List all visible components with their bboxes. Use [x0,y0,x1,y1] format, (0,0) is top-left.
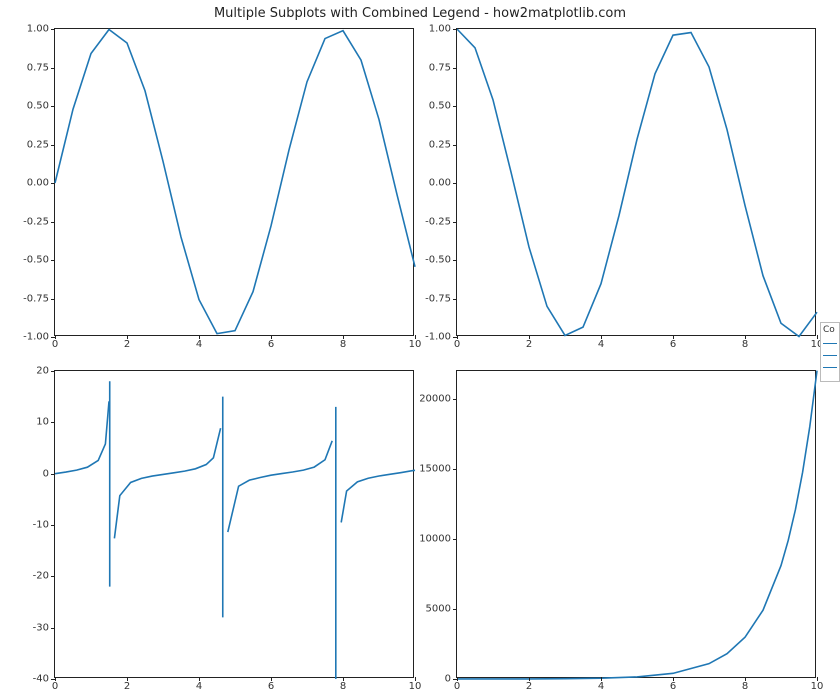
x-tick-label: 4 [196,681,202,692]
y-tick-label: 0.75 [429,62,451,73]
y-tick-label: 0 [43,468,49,479]
legend-row [823,361,839,373]
figure: Multiple Subplots with Combined Legend -… [0,0,840,700]
x-tick-label: 2 [526,681,532,692]
figure-suptitle: Multiple Subplots with Combined Legend -… [0,6,840,21]
y-tick-label: -0.25 [23,216,49,227]
y-tick-label: 0.75 [27,62,49,73]
x-tick-label: 10 [409,339,422,350]
x-tick-label: 2 [124,339,130,350]
x-tick-label: 8 [742,681,748,692]
y-tick-label: -40 [33,674,49,685]
x-tick-label: 4 [196,339,202,350]
x-tick-label: 4 [598,681,604,692]
legend-row [823,349,839,361]
y-tick-label: -10 [33,520,49,531]
y-tick-label: 0.00 [429,178,451,189]
y-tick-label: 0.25 [27,139,49,150]
x-tick-label: 10 [409,681,422,692]
y-tick-label: 20000 [419,394,451,405]
x-tick-label: 2 [526,339,532,350]
x-tick-label: 6 [670,681,676,692]
subplot-bottom-left: 0246810-40-30-20-1001020 [54,370,414,678]
exp-line [457,371,815,677]
y-tick-label: -0.50 [23,255,49,266]
legend-row [823,337,839,349]
x-tick-label: 0 [52,339,58,350]
y-tick-label: -0.75 [23,293,49,304]
y-tick-label: 0 [445,674,451,685]
y-tick-label: 1.00 [27,24,49,35]
tan-line [55,371,413,677]
combined-legend: Co [820,322,840,382]
x-tick-label: 8 [340,339,346,350]
subplot-top-left: 0246810-1.00-0.75-0.50-0.250.000.250.500… [54,28,414,336]
x-tick-label: 6 [268,339,274,350]
y-tick-label: 1.00 [429,24,451,35]
y-tick-label: -30 [33,622,49,633]
sin-line [55,29,413,335]
subplot-bottom-right: 024681005000100001500020000 [456,370,816,678]
y-tick-label: 15000 [419,464,451,475]
cos-line [457,29,815,335]
y-tick-label: -0.75 [425,293,451,304]
x-tick-label: 4 [598,339,604,350]
x-tick-label: 2 [124,681,130,692]
x-tick-label: 6 [268,681,274,692]
y-tick-label: 20 [36,366,49,377]
y-tick-label: 10 [36,417,49,428]
x-tick-label: 0 [454,339,460,350]
y-tick-label: 10000 [419,534,451,545]
legend-swatch [823,355,837,356]
y-tick-label: -1.00 [425,332,451,343]
y-tick-label: 5000 [426,604,451,615]
y-tick-label: -1.00 [23,332,49,343]
y-tick-label: -20 [33,571,49,582]
y-tick-label: 0.50 [429,101,451,112]
x-tick-label: 0 [454,681,460,692]
y-tick-label: 0.00 [27,178,49,189]
y-tick-label: 0.50 [27,101,49,112]
legend-title: Co [823,325,839,335]
x-tick-label: 0 [52,681,58,692]
x-tick-label: 8 [742,339,748,350]
y-tick-label: 0.25 [429,139,451,150]
legend-swatch [823,367,837,368]
y-tick-label: -0.25 [425,216,451,227]
x-tick-label: 10 [811,681,824,692]
x-tick-label: 8 [340,681,346,692]
y-tick-label: -0.50 [425,255,451,266]
subplot-top-right: 0246810-1.00-0.75-0.50-0.250.000.250.500… [456,28,816,336]
legend-swatch [823,343,837,344]
x-tick-label: 6 [670,339,676,350]
